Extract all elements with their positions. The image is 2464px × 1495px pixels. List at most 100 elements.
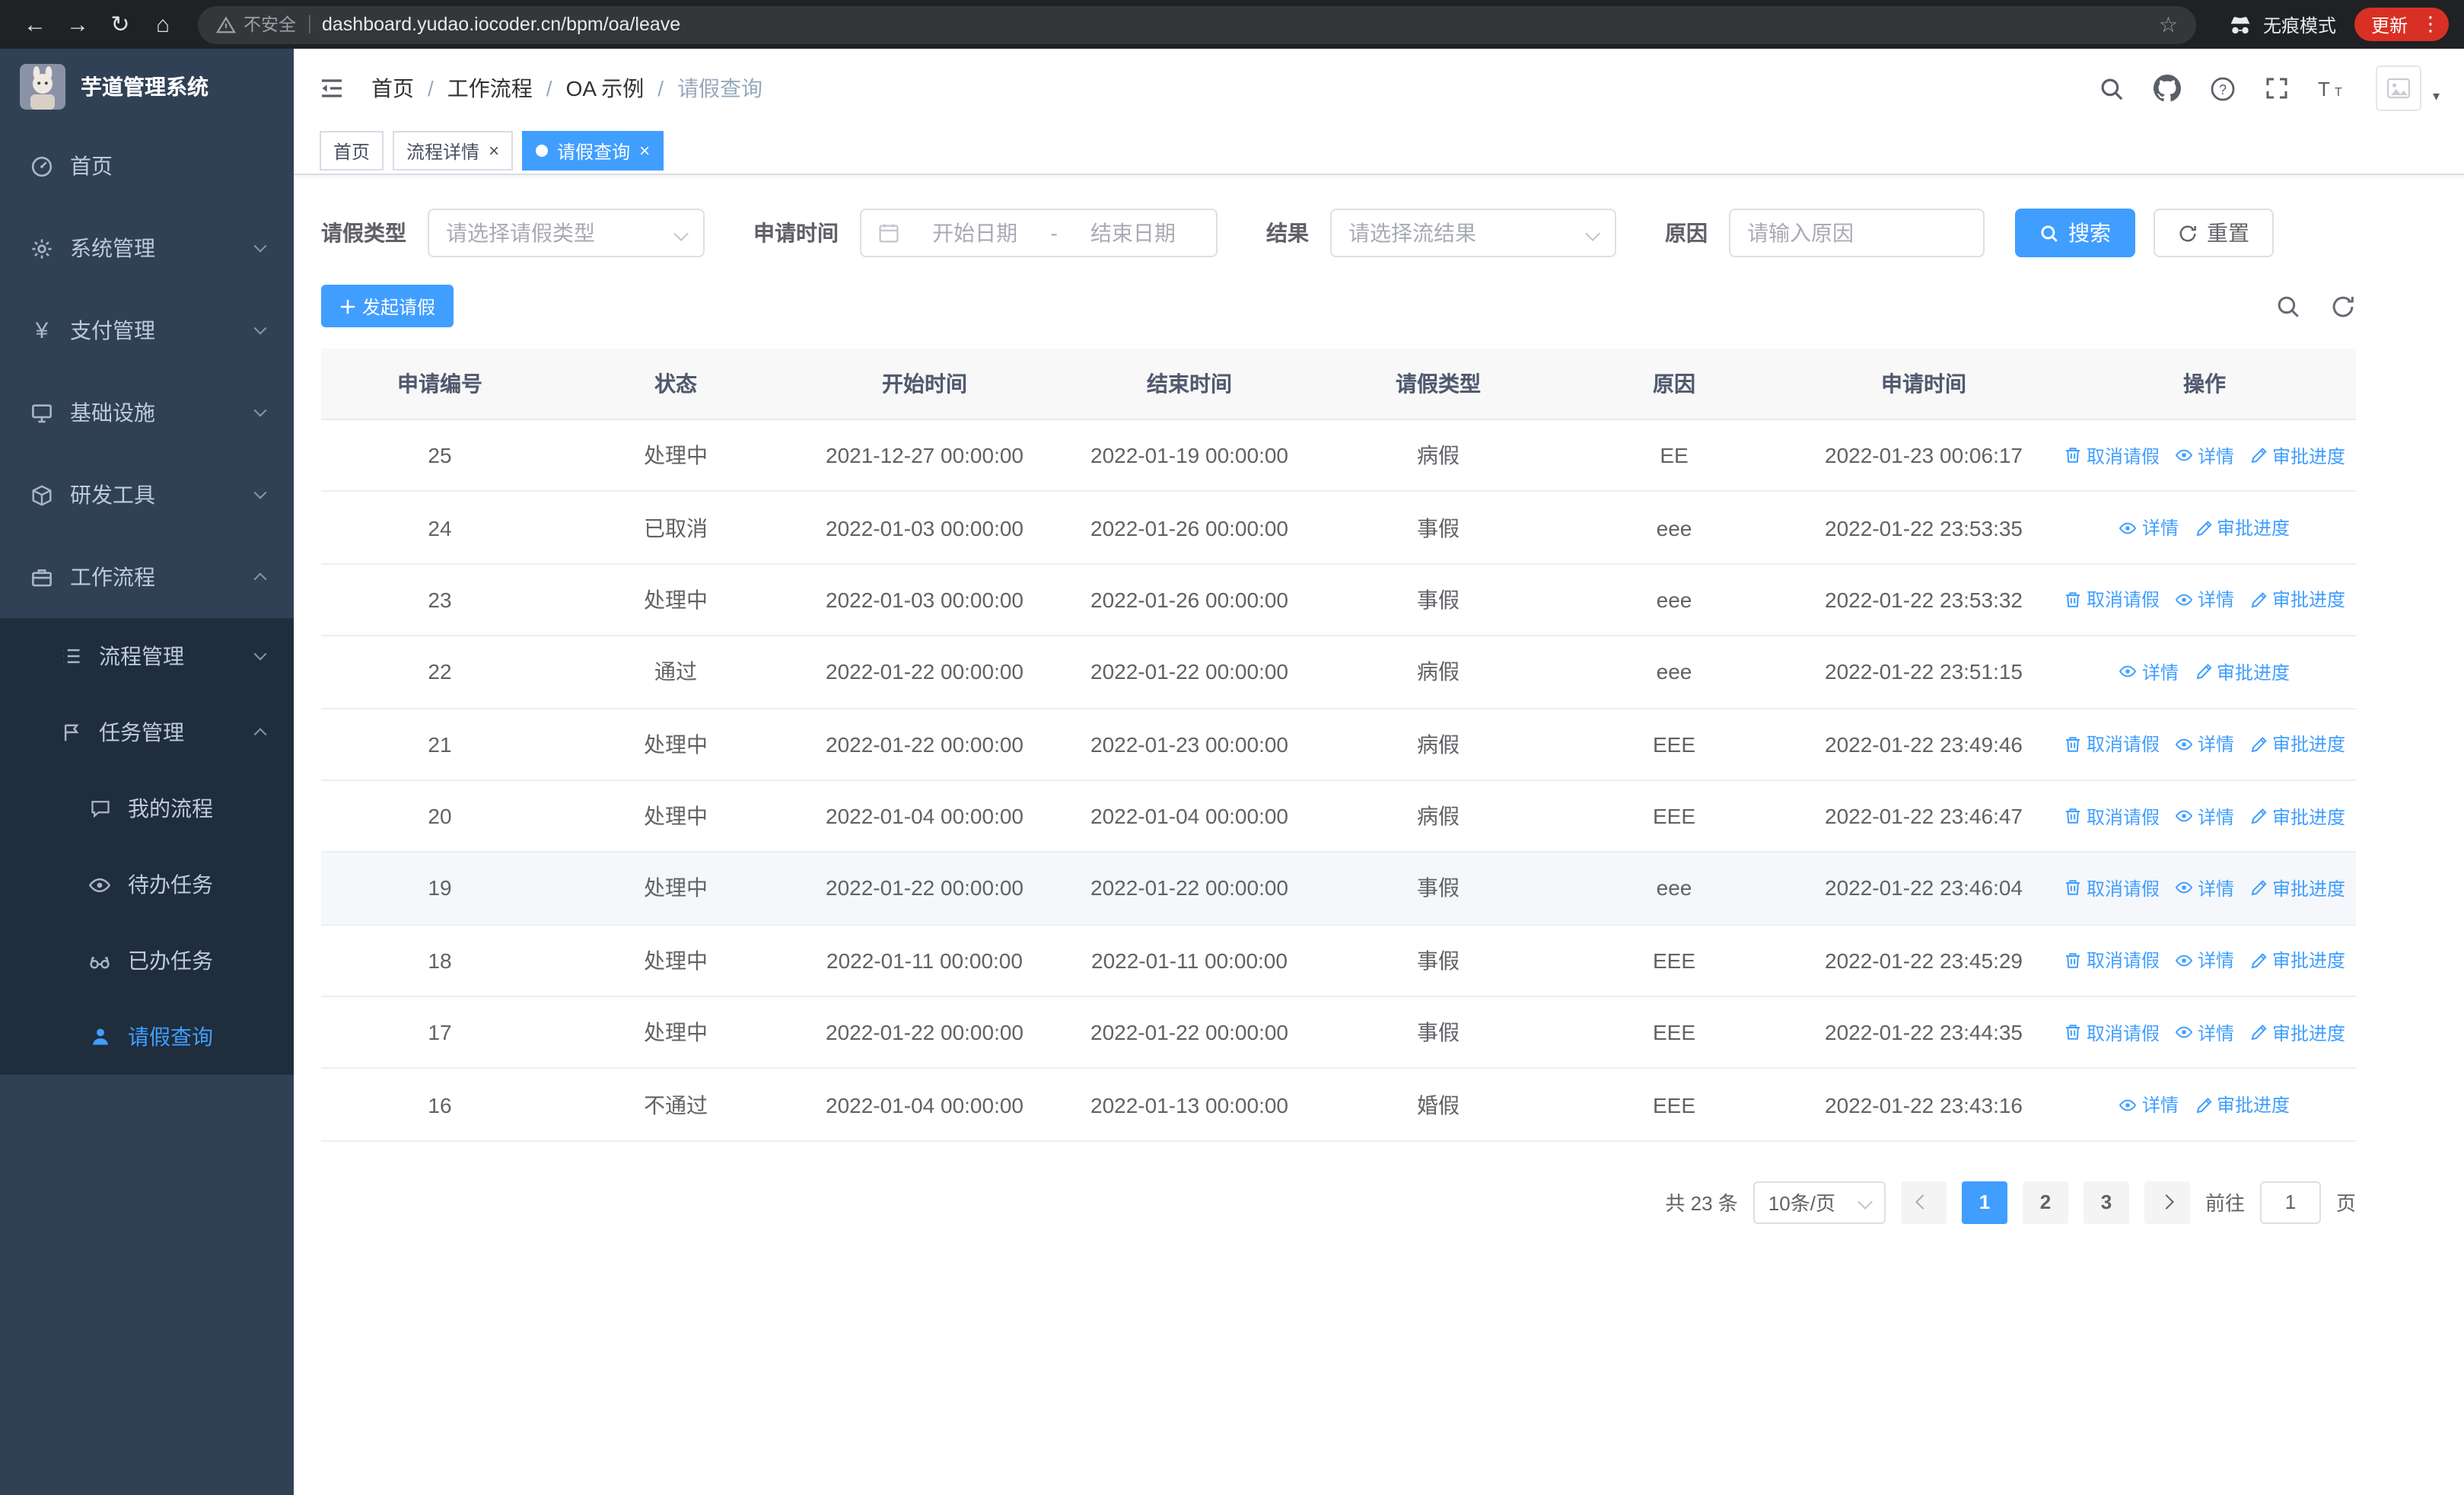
detail-link[interactable]: 详情 — [2175, 803, 2234, 829]
reload-icon[interactable]: ↻ — [100, 5, 140, 44]
cell-start-time: 2022-01-03 00:00:00 — [793, 491, 1056, 565]
detail-link[interactable]: 详情 — [2175, 442, 2234, 468]
sidebar-item-home[interactable]: 首页 — [0, 125, 294, 207]
sidebar-item-workflow[interactable]: 工作流程 — [0, 536, 294, 618]
cell-end-time: 2022-01-22 00:00:00 — [1056, 636, 1323, 709]
forward-icon[interactable]: → — [58, 5, 97, 44]
sidebar-item-system[interactable]: 系统管理 — [0, 207, 294, 289]
cancel-leave-link[interactable]: 取消请假 — [2064, 948, 2160, 974]
approval-progress-link[interactable]: 审批进度 — [2249, 875, 2345, 901]
leave-type-select[interactable]: 请选择请假类型 — [428, 209, 705, 257]
reason-input[interactable] — [1729, 209, 1985, 257]
prev-page-button[interactable] — [1900, 1181, 1947, 1224]
url-text[interactable]: dashboard.yudao.iocoder.cn/bpm/oa/leave — [322, 14, 2147, 35]
detail-link[interactable]: 详情 — [2175, 875, 2234, 901]
sidebar-item-task-management[interactable]: 任务管理 — [0, 694, 294, 770]
approval-progress-link[interactable]: 审批进度 — [2249, 587, 2345, 613]
tab-close-icon[interactable]: × — [489, 142, 499, 160]
page-size-select[interactable]: 10条/页 — [1752, 1181, 1886, 1224]
sidebar-item-label: 首页 — [70, 154, 113, 178]
cell-leave-type: 病假 — [1323, 419, 1554, 492]
toggle-search-icon[interactable] — [2275, 293, 2301, 319]
back-icon[interactable]: ← — [15, 5, 55, 44]
detail-link[interactable]: 详情 — [2119, 515, 2179, 540]
font-size-icon[interactable]: TT — [2319, 78, 2348, 99]
sidebar-item-label: 待办任务 — [128, 872, 213, 897]
detail-link[interactable]: 详情 — [2175, 1019, 2234, 1045]
approval-progress-link[interactable]: 审批进度 — [2194, 1092, 2290, 1117]
github-icon[interactable] — [2154, 75, 2182, 102]
chevron-right-icon — [2160, 1194, 2175, 1210]
home-icon[interactable]: ⌂ — [143, 5, 183, 44]
cell-status: 通过 — [559, 636, 793, 709]
cancel-leave-link[interactable]: 取消请假 — [2064, 803, 2160, 829]
cell-start-time: 2022-01-04 00:00:00 — [793, 1068, 1056, 1142]
detail-link[interactable]: 详情 — [2175, 587, 2234, 613]
chevron-down-icon — [253, 486, 267, 499]
search-button[interactable]: 搜索 — [2015, 209, 2135, 257]
refresh-icon[interactable] — [2330, 293, 2356, 319]
apply-time-range-picker[interactable]: 开始日期 - 结束日期 — [860, 209, 1218, 257]
cancel-leave-link[interactable]: 取消请假 — [2064, 1019, 2160, 1045]
detail-link[interactable]: 详情 — [2175, 731, 2234, 757]
create-leave-button[interactable]: 发起请假 — [321, 285, 454, 327]
detail-link[interactable]: 详情 — [2119, 1092, 2179, 1117]
search-icon[interactable] — [2099, 75, 2125, 101]
sidebar-item-payment[interactable]: ¥ 支付管理 — [0, 289, 294, 371]
cell-reason: eee — [1554, 491, 1794, 565]
next-page-button[interactable] — [2144, 1181, 2190, 1224]
address-bar[interactable]: 不安全 dashboard.yudao.iocoder.cn/bpm/oa/le… — [198, 5, 2196, 43]
cell-apply-id: 20 — [321, 779, 559, 853]
breadcrumb-item[interactable]: 工作流程 — [447, 73, 533, 104]
sidebar-item-infrastructure[interactable]: 基础设施 — [0, 371, 294, 454]
reset-button[interactable]: 重置 — [2154, 209, 2274, 257]
tab-process-detail[interactable]: 流程详情 × — [393, 131, 514, 171]
table-row: 22 通过 2022-01-22 00:00:00 2022-01-22 00:00:… — [321, 636, 2356, 709]
sidebar-item-process-management[interactable]: 流程管理 — [0, 618, 294, 694]
bookmark-star-icon[interactable]: ☆ — [2159, 11, 2178, 37]
approval-progress-link[interactable]: 审批进度 — [2249, 1019, 2345, 1045]
approval-progress-link[interactable]: 审批进度 — [2249, 948, 2345, 974]
approval-progress-link[interactable]: 审批进度 — [2194, 515, 2290, 540]
avatar-dropdown-caret-icon[interactable]: ▾ — [2433, 88, 2440, 105]
page-button-2[interactable]: 2 — [2022, 1181, 2068, 1224]
result-select[interactable]: 请选择流结果 — [1330, 209, 1616, 257]
sidebar-item-done-tasks[interactable]: 已办任务 — [0, 923, 294, 999]
tab-home[interactable]: 首页 — [320, 131, 384, 171]
tab-close-icon[interactable]: × — [639, 142, 650, 160]
security-chip[interactable]: 不安全 — [216, 12, 296, 37]
browser-menu-icon[interactable]: ⋮ — [2418, 12, 2443, 37]
page-button-1[interactable]: 1 — [1961, 1181, 2007, 1224]
sidebar-fold-icon[interactable] — [318, 75, 345, 102]
cancel-leave-link[interactable]: 取消请假 — [2064, 442, 2160, 468]
sidebar-menu: 首页 系统管理 ¥ 支付管理 基础设施 研发工具 工作流程 流程管理 任务管理 … — [0, 125, 294, 1075]
sidebar-item-my-process[interactable]: 我的流程 — [0, 770, 294, 846]
cell-reason: eee — [1554, 852, 1794, 926]
detail-link[interactable]: 详情 — [2175, 948, 2234, 974]
sidebar-item-devtools[interactable]: 研发工具 — [0, 454, 294, 536]
approval-progress-link[interactable]: 审批进度 — [2194, 659, 2290, 685]
breadcrumb-item[interactable]: OA 示例 — [566, 73, 645, 104]
tab-leave-query[interactable]: 请假查询 × — [522, 131, 664, 171]
breadcrumb-item[interactable]: 首页 — [371, 73, 414, 104]
end-date-placeholder: 结束日期 — [1090, 221, 1176, 245]
cancel-leave-link[interactable]: 取消请假 — [2064, 875, 2160, 901]
user-avatar[interactable] — [2376, 65, 2422, 111]
sidebar-item-todo-tasks[interactable]: 待办任务 — [0, 846, 294, 923]
cancel-leave-link[interactable]: 取消请假 — [2064, 587, 2160, 613]
approval-progress-link[interactable]: 审批进度 — [2249, 803, 2345, 829]
detail-link[interactable]: 详情 — [2119, 659, 2179, 685]
help-icon[interactable]: ? — [2211, 75, 2236, 101]
goto-page-input[interactable] — [2259, 1181, 2321, 1224]
cancel-leave-link[interactable]: 取消请假 — [2064, 731, 2160, 757]
sidebar-item-leave-query[interactable]: 请假查询 — [0, 999, 294, 1075]
sidebar: 芋道管理系统 首页 系统管理 ¥ 支付管理 基础设施 研发工具 工作流程 流程管… — [0, 49, 294, 1495]
fullscreen-icon[interactable] — [2265, 76, 2290, 100]
cell-leave-type: 事假 — [1323, 996, 1554, 1069]
cell-end-time: 2022-01-19 00:00:00 — [1056, 419, 1323, 492]
update-button[interactable]: 更新 ⋮ — [2354, 8, 2449, 41]
app-logo[interactable]: 芋道管理系统 — [0, 49, 294, 125]
approval-progress-link[interactable]: 审批进度 — [2249, 731, 2345, 757]
page-button-3[interactable]: 3 — [2083, 1181, 2129, 1224]
approval-progress-link[interactable]: 审批进度 — [2249, 442, 2345, 468]
